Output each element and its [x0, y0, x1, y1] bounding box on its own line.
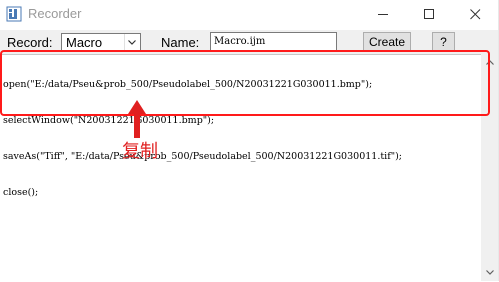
- window-title: Recorder: [28, 6, 82, 21]
- create-button[interactable]: Create: [363, 32, 411, 52]
- record-mode-value: Macro: [66, 35, 103, 50]
- maximize-button[interactable]: [407, 0, 453, 30]
- record-label: Record:: [7, 35, 53, 50]
- code-line: saveAs("Tiff", "E:/data/Pseu&prob_500/Ps…: [3, 151, 402, 162]
- code-line: selectWindow("N20031221G030011.bmp");: [3, 115, 215, 126]
- title-bar: Recorder: [0, 0, 499, 30]
- minimize-button[interactable]: [361, 0, 407, 30]
- select-arrow[interactable]: [124, 34, 140, 51]
- name-label: Name:: [161, 35, 200, 50]
- highlight-box: [0, 50, 490, 116]
- maximize-icon: [424, 9, 434, 19]
- close-icon: [470, 9, 481, 20]
- code-line: close();: [3, 187, 39, 198]
- annotation-label: 复制: [122, 141, 158, 162]
- macro-name-input[interactable]: Macro.ijm: [210, 32, 337, 51]
- close-button[interactable]: [453, 0, 499, 30]
- help-button[interactable]: ?: [432, 32, 455, 52]
- minimize-icon: [378, 14, 388, 15]
- imagej-icon: [6, 6, 22, 22]
- arrow-up-icon: [128, 100, 146, 138]
- scroll-down-button[interactable]: [481, 264, 499, 281]
- chevron-down-icon: [128, 40, 136, 45]
- chevron-down-icon: [486, 270, 494, 275]
